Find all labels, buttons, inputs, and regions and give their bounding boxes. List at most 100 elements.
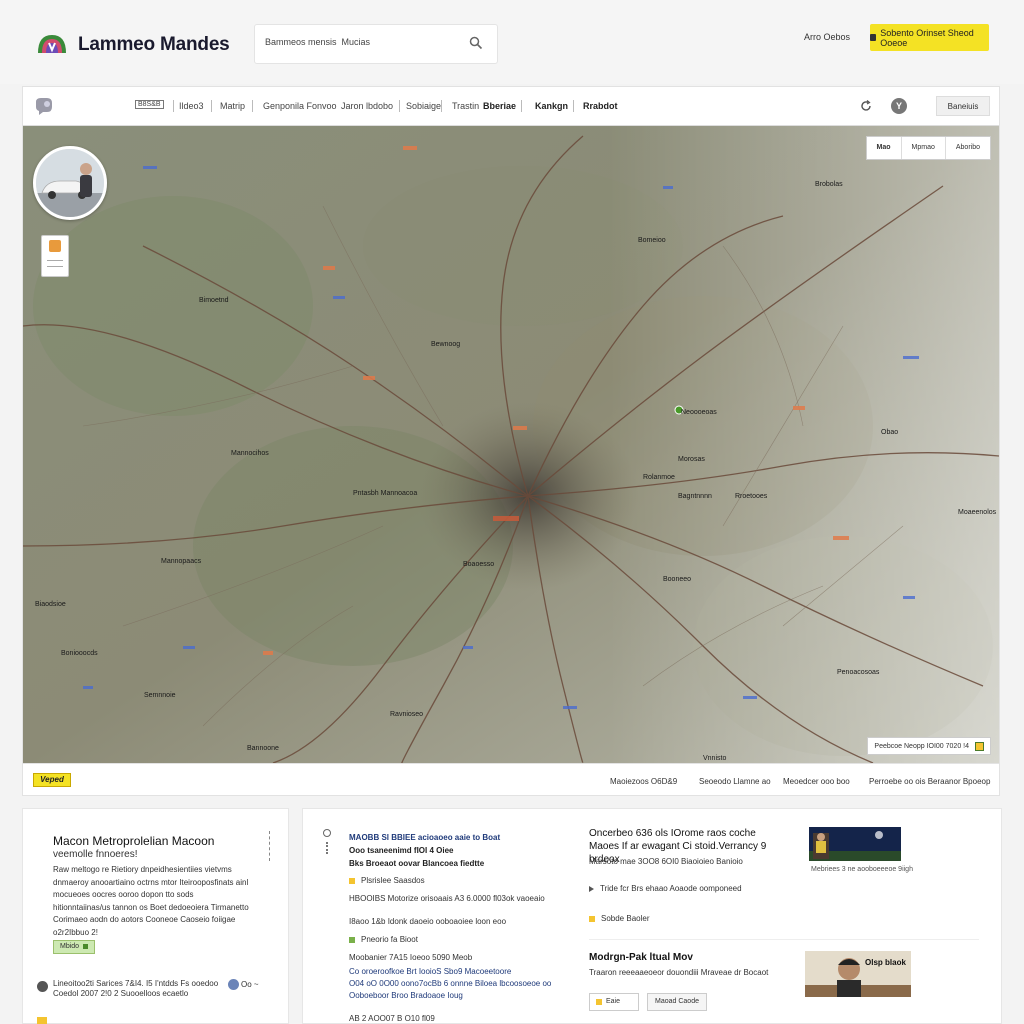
footer-link[interactable]: Seoeodo Llamne ao (699, 777, 771, 786)
bullet-icon (349, 936, 355, 943)
zoom-in-button[interactable] (49, 240, 61, 252)
toolbar-item-1[interactable]: Ildeo3 (179, 101, 204, 111)
refresh-icon[interactable] (859, 99, 873, 113)
layer-option-terrain[interactable]: Aboribo (946, 137, 990, 159)
account-link[interactable]: Arro Oebos (804, 32, 850, 42)
search-icon[interactable] (469, 36, 483, 50)
search-input[interactable] (265, 37, 455, 47)
map-label: Biaodsioe (35, 601, 66, 608)
help-icon[interactable]: Y (891, 98, 907, 114)
layer-option-map[interactable]: Mao (866, 137, 902, 159)
select-radio[interactable] (323, 829, 331, 837)
drag-handle[interactable] (269, 831, 272, 861)
read-more-button[interactable]: Maoad Caode (647, 993, 707, 1011)
link-text: Tride fcr Brs ehaao Aoaode oomponeed (600, 884, 742, 893)
toolbar-divider (573, 100, 574, 112)
toolbar-item-6[interactable]: Trastin (452, 101, 479, 111)
user-avatar[interactable] (33, 146, 107, 220)
layer-switcher[interactable]: Mao Mpmao Aboribo (865, 136, 991, 160)
news-subline-2: Traaron reeeaaeoeor douondiii Mraveae dr… (589, 968, 769, 977)
map-label: Obao (881, 429, 898, 436)
map-label: Bannoone (247, 745, 279, 752)
scale-indicator: Peebcoe Neopp IOI00 7020 !4 (867, 737, 991, 755)
related-link[interactable]: Tride fcr Brs ehaao Aoaode oomponeed (589, 883, 789, 894)
toolbar-item-2[interactable]: Matrip (220, 101, 245, 111)
toolbar-menu-button[interactable]: Baneiuis (936, 96, 990, 116)
toolbar-item-7[interactable]: Bberiae (483, 101, 516, 111)
map-label: Booneeo (663, 576, 691, 583)
list-item[interactable]: Plsrislee Saasdos (349, 875, 569, 887)
footer-link[interactable]: Meoedcer ooo boo (783, 777, 850, 786)
related-link[interactable]: Sobde Baoler (589, 913, 789, 924)
zoom-control[interactable] (41, 235, 69, 277)
map-label: Penoacosoas (837, 669, 880, 676)
list-item[interactable]: I8aoo 1&b Idonk daoeio ooboaoiee loon eo… (349, 916, 569, 928)
map-label: Rolanmoe (643, 474, 675, 481)
toolbar-divider (399, 100, 400, 112)
toolbar-divider (173, 100, 174, 112)
list-item[interactable]: AB 2 AOO07 B O10 fl09 (349, 1013, 569, 1024)
map-label: Boaoesso (463, 561, 494, 568)
toolbar-divider (521, 100, 522, 112)
map-label: Morosas (678, 456, 705, 463)
bullet-icon (349, 877, 355, 884)
map-toolbar: B8S&B Ildeo3 Matrip Genponila Fonvoo Jar… (23, 87, 999, 126)
heading-line: Ooo tsaneenimd fIOI 4 Oiee (349, 846, 454, 855)
map-label: Bimoetnd (199, 297, 229, 304)
toolbar-item-9[interactable]: Rrabdot (583, 101, 618, 111)
thumbnail-caption: Mebriees 3 ne aooboeeeoe 9iigh (811, 866, 913, 873)
list-item[interactable]: HBOOIBS Motorize orisoaais A3 6.0000 fl0… (349, 893, 569, 905)
divider (589, 939, 979, 940)
layer-option-satellite[interactable]: Mpmao (902, 137, 946, 159)
map-label: Mannopaacs (161, 558, 202, 565)
map-footer: Veped Maoiezoos O6D&9 Seoeodo Llamne ao … (23, 763, 999, 795)
list-item[interactable]: Ooboeboor Broo Bradoaoe Ioug (349, 990, 569, 1002)
toolbar-item-3[interactable]: Genponila Fonvoo (263, 101, 337, 111)
tag-dot-icon (83, 943, 89, 949)
item-text: Co oroeroofkoe Brt IooioS Sbo9 Macoeetoo… (349, 967, 512, 976)
map-label: Bomeioo (638, 237, 666, 244)
news-column: Oncerbeo 636 ols IOrome raos coche Maoes… (589, 809, 999, 1024)
toolbar-item-8[interactable]: Kankgn (535, 101, 568, 111)
list-item[interactable]: Moobanier 7A15 Ioeoo 5090 Meob (349, 952, 569, 964)
toolbar-badge: B8S&B (135, 100, 164, 109)
app-logo-icon[interactable] (36, 33, 68, 55)
save-button[interactable]: Eaie (589, 993, 639, 1011)
search-field[interactable] (254, 24, 498, 64)
results-heading: MAOBB Sl BBIEE acioaoeo aaie to Boat Ooo… (349, 831, 569, 870)
map-label: Brobolas (815, 181, 843, 188)
news-thumbnail-2[interactable]: Olsp blaok (805, 951, 911, 997)
map-label: Rroetooes (735, 493, 768, 500)
footer-logo[interactable]: Veped (33, 773, 71, 787)
news-thumbnail[interactable] (809, 827, 901, 861)
headline-line: Oncerbeo 636 ols IOrome raos coche (589, 828, 756, 839)
scale-text: Peebcoe Neopp IOI00 7020 !4 (874, 742, 969, 750)
zoom-slider[interactable] (47, 266, 63, 267)
footer-link[interactable]: Maoiezoos O6D&9 (610, 777, 677, 786)
info-card: Macon Metroprolelian Macoon veemolle fnn… (22, 808, 289, 1024)
list-item[interactable]: O04 oO 0O00 oono7ocBb 6 onnne Biloea lbc… (349, 978, 569, 990)
item-text: AB 2 AOO07 B O10 fl09 (349, 1014, 435, 1023)
layers-icon[interactable] (33, 96, 55, 116)
map-label: Moaeenolos (958, 509, 997, 516)
globe-icon[interactable] (228, 979, 239, 990)
meta-dropdown[interactable]: Oo ~ (241, 980, 259, 989)
list-item[interactable]: Co oroeroofkoe Brt IooioS Sbo9 Macoeetoo… (349, 966, 569, 978)
brand-name[interactable]: Lammeo Mandes (78, 34, 230, 56)
news-headline-2[interactable]: Modrgn-Pak ltual Mov (589, 952, 693, 963)
list-item[interactable]: Pneorio fa Bioot (349, 934, 569, 946)
item-label: Pneorio fa Bioot (361, 935, 418, 944)
flag-icon (975, 741, 984, 751)
map-canvas[interactable]: Mannocihos Bimoetnd Mannopaacs Pntasbh M… (23, 126, 999, 763)
primary-cta-button[interactable]: Sobento Orinset Sheod Ooeoe (870, 24, 989, 51)
status-tag[interactable]: Mbido (53, 940, 96, 954)
footer-link[interactable]: Perroebe oo ois Beraanor Bpoeop (869, 777, 990, 786)
item-text: HBOOIBS Motorize orisoaais A3 6.0000 fl0… (349, 894, 545, 903)
map-label: Neoooeoas (681, 409, 717, 416)
toolbar-item-5[interactable]: Sobiaige (406, 101, 441, 111)
toolbar-item-4[interactable]: Jaron lbdobo (341, 101, 393, 111)
stadium-image (809, 827, 901, 861)
more-dots-icon[interactable] (326, 842, 328, 854)
zoom-out-button[interactable] (47, 260, 63, 261)
terrain-map[interactable]: Mannocihos Bimoetnd Mannopaacs Pntasbh M… (23, 126, 999, 763)
